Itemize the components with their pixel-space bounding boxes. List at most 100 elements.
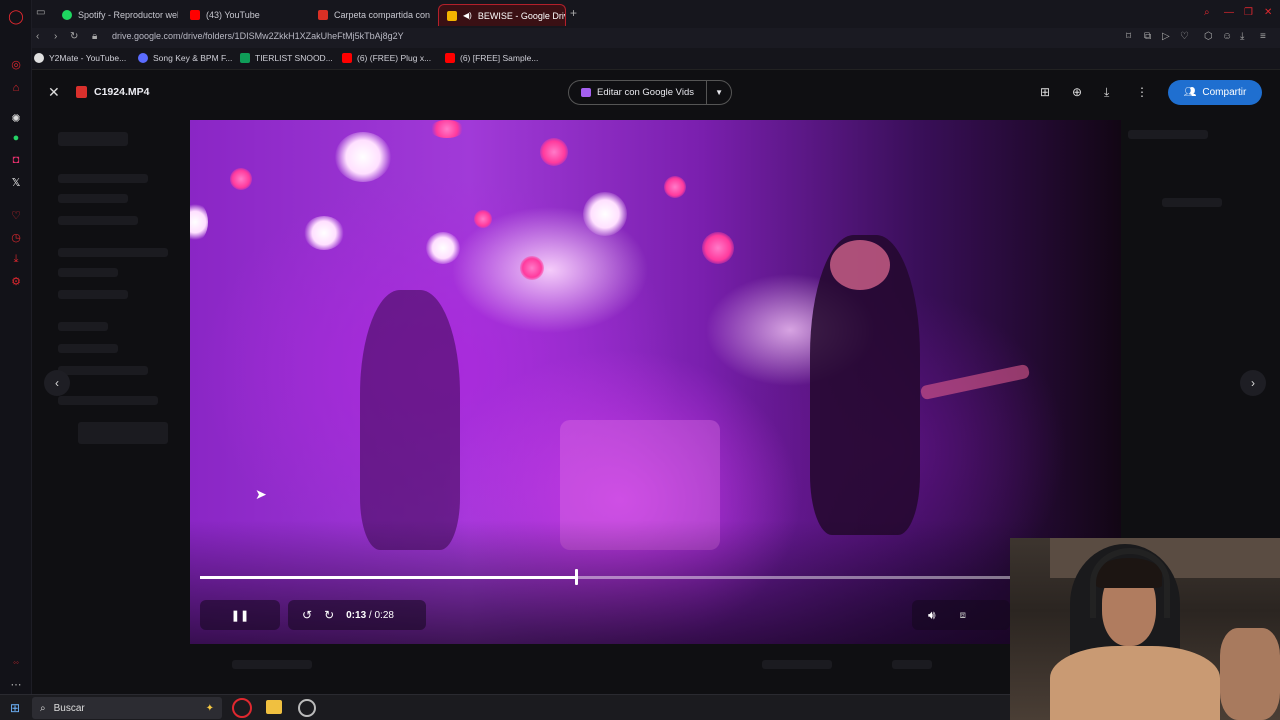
led-light bbox=[520, 256, 544, 280]
bookmark-label: TIERLIST SNOOD... bbox=[255, 53, 333, 63]
performer-arm bbox=[919, 363, 1031, 401]
taskbar-search[interactable]: ⌕ Buscar ✦ bbox=[32, 697, 222, 719]
bookmark-label: Y2Mate - YouTube... bbox=[49, 53, 127, 63]
video-file-icon bbox=[76, 86, 87, 98]
snapshot-icon[interactable]: ⧉ bbox=[1144, 31, 1151, 42]
tab-gmail[interactable]: Carpeta compartida con bbox=[310, 4, 432, 26]
tab-menu-icon[interactable]: ▭ bbox=[36, 7, 45, 18]
bookmarks-bar: Y2Mate - YouTube... Song Key & BPM F... … bbox=[32, 48, 1280, 70]
file-explorer-icon[interactable] bbox=[266, 700, 282, 714]
tab-youtube[interactable]: (43) YouTube bbox=[182, 4, 304, 26]
bookmark-y2mate[interactable]: Y2Mate - YouTube... bbox=[34, 53, 126, 63]
pause-icon: ❚❚ bbox=[230, 609, 250, 622]
led-light bbox=[230, 168, 252, 190]
bookmark-songkey[interactable]: Song Key & BPM F... bbox=[138, 53, 232, 63]
bookmark-icon[interactable]: ⌑ bbox=[1126, 31, 1131, 42]
opera-sidebar: ◯ ◎ ⌂ ✺ ● ◘ 𝕏 ♡ ◷ ⤓ ⚙ ◦◦ ⋯ bbox=[0, 0, 32, 694]
stage-light bbox=[583, 192, 627, 236]
heart-icon[interactable]: ♡ bbox=[1180, 31, 1189, 42]
tab-strip: ▭ Spotify - Reproductor web (43) YouTube… bbox=[32, 0, 1280, 28]
next-file-icon[interactable]: › bbox=[1240, 370, 1266, 396]
pause-button[interactable]: ❚❚ bbox=[200, 600, 280, 630]
tab-label: (43) YouTube bbox=[206, 10, 260, 20]
download-icon[interactable]: ⤓ bbox=[1104, 85, 1109, 100]
minimize-icon[interactable]: — bbox=[1224, 7, 1234, 18]
audio-playing-icon[interactable]: ◀) bbox=[463, 11, 472, 20]
video-frame[interactable] bbox=[190, 120, 1121, 644]
drive-icon bbox=[447, 10, 457, 21]
extensions-icon[interactable]: ⬡ bbox=[1204, 31, 1213, 42]
bookmark-plug[interactable]: (6) (FREE) Plug x... bbox=[342, 53, 431, 63]
bookmark-label: (6) [FREE] Sample... bbox=[460, 53, 539, 63]
bookmark-label: Song Key & BPM F... bbox=[153, 53, 233, 63]
share-button[interactable]: 👥︎ Compartir bbox=[1168, 80, 1262, 105]
whatsapp-icon[interactable]: ● bbox=[8, 130, 24, 146]
search-highlight-icon: ✦ bbox=[205, 702, 214, 714]
captions-icon[interactable]: ⧈ bbox=[960, 610, 966, 621]
add-comment-icon[interactable]: ⊕ bbox=[1072, 85, 1082, 99]
back-icon[interactable]: ‹ bbox=[36, 31, 39, 42]
obs-icon[interactable] bbox=[298, 699, 316, 717]
play-icon[interactable]: ▷ bbox=[1162, 31, 1170, 42]
led-light bbox=[474, 210, 492, 228]
history-icon[interactable]: ◷ bbox=[8, 229, 24, 245]
close-window-icon[interactable]: ✕ bbox=[1264, 7, 1272, 18]
file-name: C1924.MP4 bbox=[94, 86, 150, 98]
download-icon[interactable]: ⤓ bbox=[1240, 31, 1244, 42]
stage-light bbox=[335, 132, 391, 182]
reload-icon[interactable]: ↻ bbox=[70, 31, 78, 42]
more-options-icon[interactable]: ⋮ bbox=[1136, 85, 1148, 99]
performer-left bbox=[360, 290, 460, 550]
menu-icon[interactable]: ≡ bbox=[1260, 31, 1266, 42]
volume-icon[interactable]: 🔊︎ bbox=[928, 608, 936, 623]
webcam-overlay bbox=[1010, 538, 1280, 720]
tab-drive[interactable]: ◀) BEWISE - Google Drive bbox=[438, 4, 566, 26]
youtube-icon bbox=[342, 53, 352, 63]
url-field[interactable]: drive.google.com/drive/folders/1DISMw2Zk… bbox=[112, 31, 404, 41]
rewind-10-icon[interactable]: ↺ bbox=[302, 608, 312, 622]
settings-icon[interactable]: ⚙ bbox=[8, 273, 24, 289]
mouse-cursor-icon: ➤ bbox=[255, 486, 267, 502]
stage-light bbox=[426, 232, 460, 264]
edit-with-vids-button[interactable]: Editar con Google Vids ▼ bbox=[568, 80, 732, 105]
share-label: Compartir bbox=[1202, 87, 1247, 98]
led-light bbox=[702, 232, 734, 264]
bookmark-tierlist[interactable]: TIERLIST SNOOD... bbox=[240, 53, 333, 63]
windows-start-icon[interactable]: ⊞ bbox=[10, 701, 20, 715]
forward-10-icon[interactable]: ↻ bbox=[324, 608, 334, 622]
tab-label: Carpeta compartida con bbox=[334, 10, 431, 20]
close-viewer-icon[interactable]: ✕ bbox=[48, 84, 60, 101]
tab-spotify[interactable]: Spotify - Reproductor web bbox=[54, 4, 178, 26]
lock-icon: 🔒︎ bbox=[92, 31, 98, 42]
previous-file-icon[interactable]: ‹ bbox=[44, 370, 70, 396]
time-display: 0:13 / 0:28 bbox=[346, 610, 394, 621]
downloads-icon[interactable]: ⤓ bbox=[8, 251, 24, 267]
songkey-icon bbox=[138, 53, 148, 63]
chevron-down-icon[interactable]: ▼ bbox=[707, 88, 731, 97]
ellipsis-icon[interactable]: ⋯ bbox=[8, 676, 24, 692]
viewer-header: ✕ C1924.MP4 Editar con Google Vids ▼ ⊞ ⊕… bbox=[32, 70, 1280, 114]
y2mate-icon bbox=[34, 53, 44, 63]
heart-icon[interactable]: ♡ bbox=[8, 207, 24, 223]
speed-dial-icon[interactable]: ◎ bbox=[8, 56, 24, 72]
new-tab-icon[interactable]: + bbox=[570, 6, 577, 20]
led-light bbox=[540, 138, 568, 166]
opera-taskbar-icon[interactable] bbox=[232, 698, 252, 718]
forward-icon[interactable]: › bbox=[54, 31, 57, 42]
progress-scrubber[interactable] bbox=[574, 569, 578, 585]
edit-with-vids-label: Editar con Google Vids bbox=[597, 87, 694, 98]
restore-icon[interactable]: ❐ bbox=[1244, 7, 1253, 18]
search-tabs-icon[interactable]: ⌕ bbox=[1204, 7, 1210, 18]
chatgpt-icon[interactable]: ✺ bbox=[8, 110, 24, 126]
opera-logo-icon[interactable]: ◯ bbox=[8, 8, 24, 24]
aria-icon[interactable]: ⌂ bbox=[8, 80, 24, 96]
youtube-icon bbox=[190, 10, 200, 20]
edit-with-vids-main[interactable]: Editar con Google Vids bbox=[569, 81, 708, 104]
move-to-folder-icon[interactable]: ⊞ bbox=[1040, 85, 1050, 99]
instagram-icon[interactable]: ◘ bbox=[8, 152, 24, 168]
x-icon[interactable]: 𝕏 bbox=[8, 174, 24, 190]
bookmark-sample[interactable]: (6) [FREE] Sample... bbox=[445, 53, 538, 63]
headphones-icon bbox=[1090, 548, 1170, 618]
more-icon[interactable]: ◦◦ bbox=[8, 654, 24, 670]
account-icon[interactable]: ☺ bbox=[1222, 31, 1232, 42]
